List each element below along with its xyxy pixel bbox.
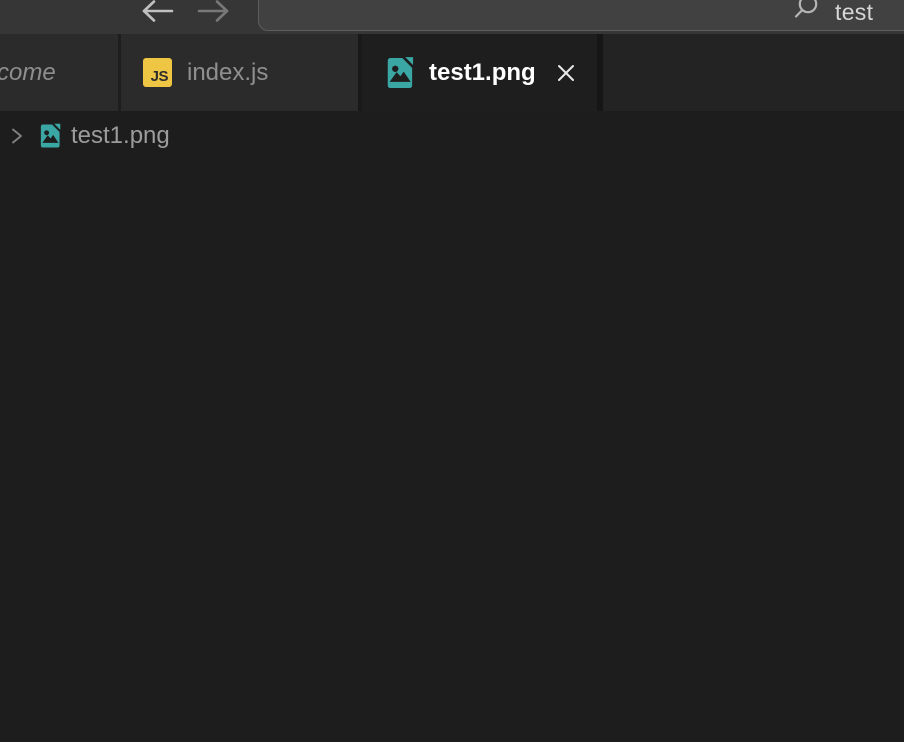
javascript-file-icon: JS xyxy=(143,58,172,87)
editor-area[interactable] xyxy=(0,161,904,742)
close-icon[interactable] xyxy=(553,60,579,86)
vscode-window: test come JS index.js test1.png xyxy=(0,0,904,742)
image-file-icon xyxy=(38,123,61,149)
tab-bar: come JS index.js test1.png xyxy=(0,34,904,111)
tab-label: come xyxy=(0,59,56,87)
editor-group: test1.png xyxy=(0,111,904,742)
js-icon-letters: JS xyxy=(151,68,168,85)
tab-test1-png[interactable]: test1.png xyxy=(362,34,597,111)
tab-welcome[interactable]: come xyxy=(0,34,118,111)
titlebar: test xyxy=(0,0,904,34)
forward-arrow-icon[interactable] xyxy=(194,0,232,25)
search-value: test xyxy=(835,0,873,26)
tab-label: index.js xyxy=(187,59,268,87)
search-icon xyxy=(791,0,823,25)
back-arrow-icon[interactable] xyxy=(139,0,177,25)
tab-separator xyxy=(597,34,603,111)
tab-index-js[interactable]: JS index.js xyxy=(121,34,358,111)
breadcrumb[interactable]: test1.png xyxy=(0,111,904,161)
chevron-right-icon xyxy=(7,126,27,146)
search-box[interactable]: test xyxy=(258,0,904,31)
breadcrumb-file-label: test1.png xyxy=(71,122,170,150)
image-file-icon xyxy=(384,56,414,90)
tab-label: test1.png xyxy=(429,59,536,87)
